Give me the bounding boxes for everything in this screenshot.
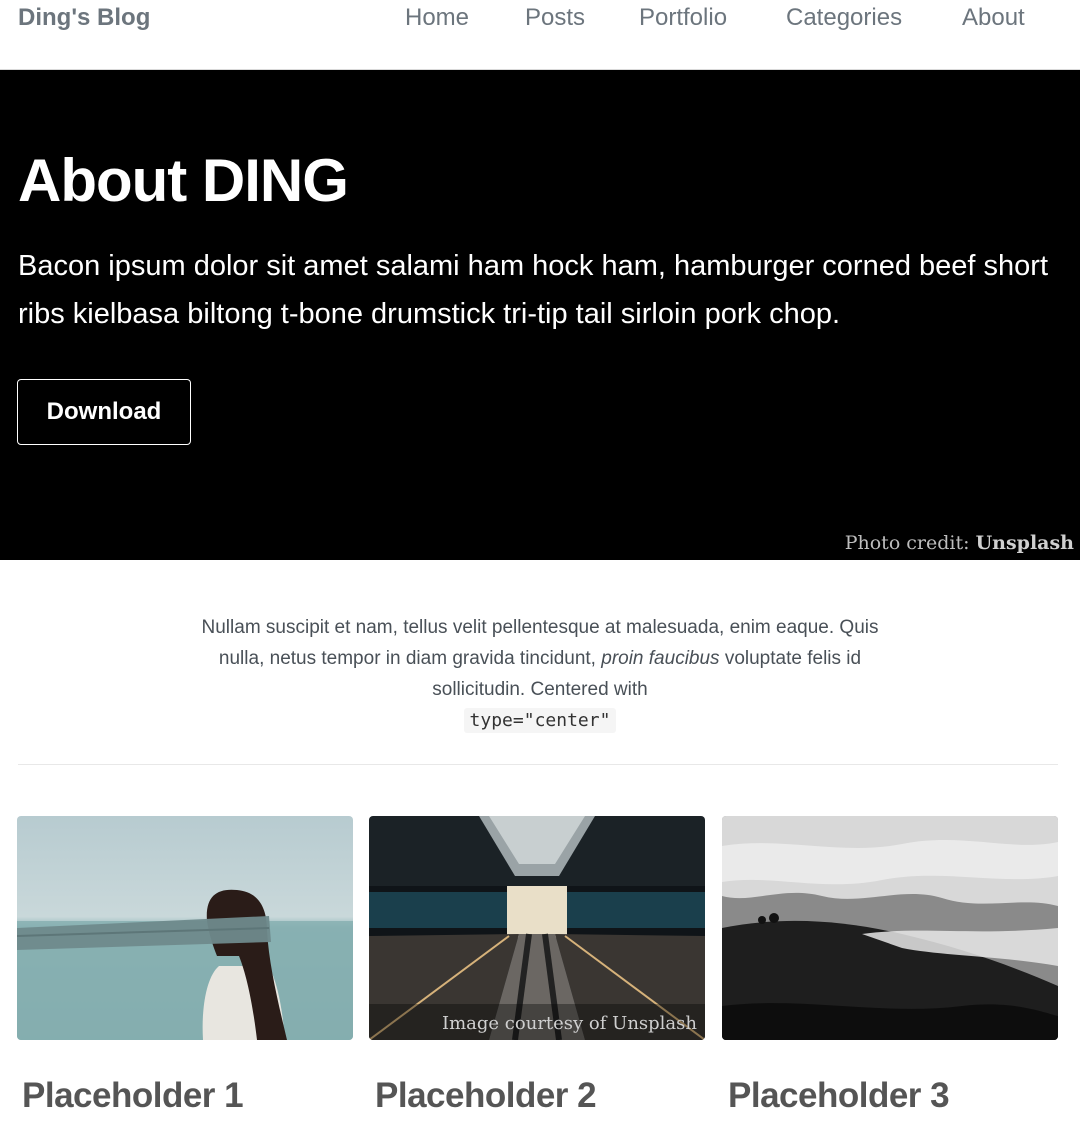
card-1-title[interactable]: Placeholder 1 [22,1076,244,1116]
hero-title: About DING [18,147,349,214]
intro-code: type="center" [463,708,617,733]
card-2-image[interactable]: Image courtesy of Unsplash [369,816,705,1040]
card-3-image[interactable] [722,816,1058,1040]
card-3-title[interactable]: Placeholder 3 [728,1076,950,1116]
brand-link[interactable]: Ding's Blog [18,4,150,32]
nav-categories-link[interactable]: Categories [786,4,902,32]
photo-credit: Photo credit: Unsplash [845,532,1074,554]
photo-credit-prefix: Photo credit: [844,532,970,554]
nav-posts-link[interactable]: Posts [525,4,585,32]
nav-home-link[interactable]: Home [405,4,469,32]
nav-about-link[interactable]: About [962,4,1025,32]
hero-banner: About DING Bacon ipsum dolor sit amet sa… [0,70,1080,560]
nav-portfolio-link[interactable]: Portfolio [639,4,727,32]
card-2-title[interactable]: Placeholder 2 [375,1076,597,1116]
card-2-image-caption: Image courtesy of Unsplash [442,1013,697,1034]
section-divider [18,764,1058,765]
hero-text: Bacon ipsum dolor sit amet salami ham ho… [18,250,1048,330]
intro-paragraph: Nullam suscipit et nam, tellus velit pel… [200,612,880,736]
download-button[interactable]: Download [17,379,191,445]
photo-credit-source-link[interactable]: Unsplash [976,532,1074,554]
intro-text-italic: proin faucibus [601,648,720,669]
navbar: Ding's Blog Home Posts Portfolio Categor… [0,0,1080,70]
card-1-image[interactable] [17,816,353,1040]
